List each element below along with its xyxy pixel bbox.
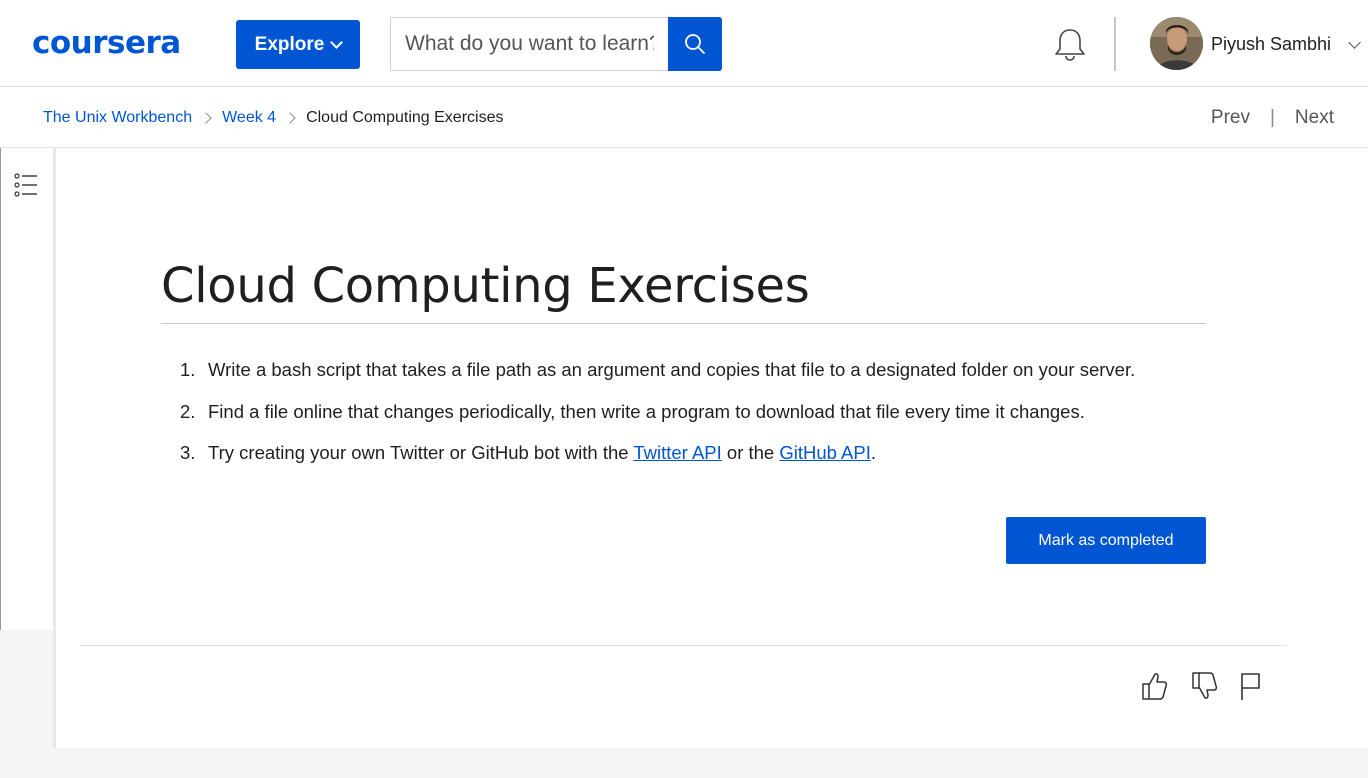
list-number: 2. bbox=[180, 400, 196, 422]
github-api-link[interactable]: GitHub API bbox=[779, 442, 871, 463]
list-number: 3. bbox=[180, 442, 196, 463]
breadcrumb-current: Cloud Computing Exercises bbox=[306, 109, 504, 126]
search-icon bbox=[685, 34, 705, 54]
list-item: 2. Find a file online that changes perio… bbox=[180, 399, 1135, 425]
page-title: Cloud Computing Exercises bbox=[161, 258, 810, 314]
bell-icon bbox=[1055, 29, 1085, 61]
breadcrumb: The Unix Workbench Week 4 Cloud Computin… bbox=[43, 107, 503, 129]
coursera-logo[interactable]: coursera bbox=[32, 24, 181, 62]
list-number: 1. bbox=[180, 359, 196, 380]
exercise-text-end: . bbox=[870, 442, 877, 463]
explore-button[interactable]: Explore bbox=[236, 20, 360, 69]
dislike-button[interactable] bbox=[1188, 668, 1220, 704]
exercise-text: Write a bash script that takes a file pa… bbox=[208, 359, 1136, 380]
title-divider bbox=[161, 323, 1206, 324]
exercise-text: Find a file online that changes periodic… bbox=[208, 400, 1085, 422]
flag-icon bbox=[1241, 673, 1260, 700]
footer-divider bbox=[80, 645, 1287, 646]
explore-label: Explore bbox=[254, 33, 325, 55]
exercise-text-start: Try creating your own Twitter or GitHub … bbox=[208, 442, 634, 463]
prev-button[interactable]: Prev bbox=[1211, 105, 1250, 131]
avatar-image bbox=[1150, 17, 1203, 70]
like-button[interactable] bbox=[1138, 668, 1170, 704]
table-of-contents-button[interactable] bbox=[14, 172, 38, 203]
chevron-right-icon bbox=[284, 112, 296, 124]
thumbs-up-icon bbox=[1142, 673, 1168, 700]
exercise-text: Try creating your own Twitter or GitHub … bbox=[208, 440, 876, 466]
user-name[interactable]: Piyush Sambhi bbox=[1211, 32, 1331, 56]
list-item: 3. Try creating your own Twitter or GitH… bbox=[180, 440, 1135, 466]
top-header: coursera Explore Piyush Sambhi bbox=[0, 0, 1368, 87]
breadcrumb-course[interactable]: The Unix Workbench bbox=[43, 107, 192, 129]
twitter-api-link[interactable]: Twitter API bbox=[633, 442, 721, 463]
breadcrumb-week[interactable]: Week 4 bbox=[222, 107, 276, 129]
header-divider bbox=[1114, 17, 1116, 71]
search-button[interactable] bbox=[668, 17, 722, 71]
avatar[interactable] bbox=[1150, 17, 1203, 70]
nav-divider: | bbox=[1269, 107, 1275, 128]
exercise-list: 1. Write a bash script that takes a file… bbox=[180, 357, 1135, 482]
chevron-down-icon[interactable] bbox=[1348, 36, 1361, 49]
exercise-text-mid: or the bbox=[721, 442, 780, 463]
next-button[interactable]: Next bbox=[1295, 105, 1334, 131]
report-button[interactable] bbox=[1234, 668, 1266, 704]
table-of-contents-icon bbox=[14, 173, 37, 197]
chevron-right-icon bbox=[200, 112, 212, 124]
thumbs-down-icon bbox=[1192, 672, 1218, 699]
main-content: Cloud Computing Exercises 1. Write a bas… bbox=[56, 148, 1368, 748]
list-item: 1. Write a bash script that takes a file… bbox=[180, 357, 1135, 383]
search-input[interactable] bbox=[390, 17, 668, 71]
notifications-button[interactable] bbox=[1052, 26, 1088, 64]
prev-next-nav: Prev | Next bbox=[1211, 105, 1334, 131]
chevron-down-icon bbox=[330, 35, 344, 49]
sidebar bbox=[0, 148, 54, 630]
mark-completed-button[interactable]: Mark as completed bbox=[1006, 517, 1206, 564]
breadcrumb-bar: The Unix Workbench Week 4 Cloud Computin… bbox=[0, 87, 1368, 148]
